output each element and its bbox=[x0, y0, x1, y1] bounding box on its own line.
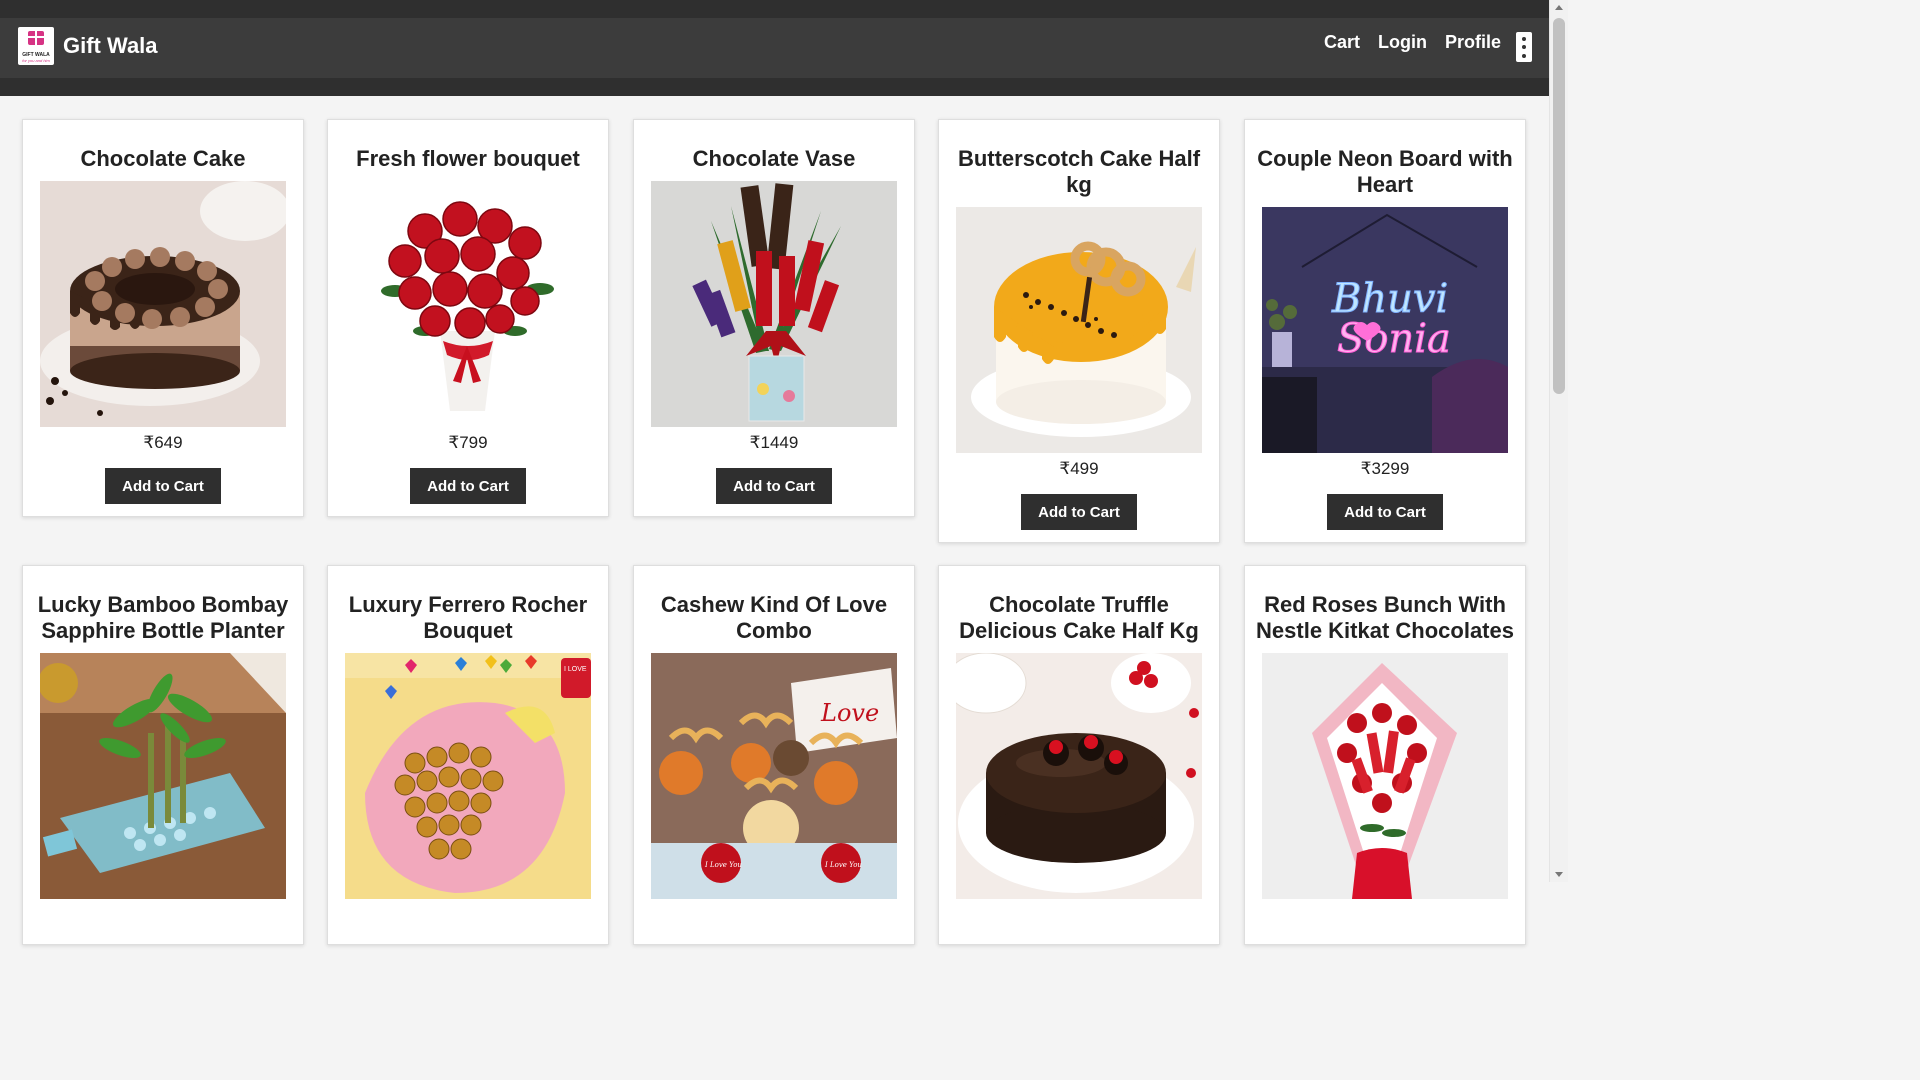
product-card: Chocolate Cake ₹649 Add to Cart bbox=[22, 119, 304, 517]
add-to-cart-button[interactable]: Add to Cart bbox=[105, 468, 221, 504]
product-price: ₹799 bbox=[448, 433, 488, 452]
add-to-cart-button[interactable]: Add to Cart bbox=[1021, 494, 1137, 530]
svg-text:I LOVE: I LOVE bbox=[564, 666, 587, 673]
product-price: ₹3299 bbox=[1360, 459, 1410, 478]
svg-text:Love: Love bbox=[820, 699, 879, 727]
product-title: Chocolate Truffle Delicious Cake Half Kg bbox=[959, 592, 1199, 643]
product-price: ₹649 bbox=[143, 433, 183, 452]
product-card: Luxury Ferrero Rocher Bouquet I LOVE bbox=[327, 565, 609, 945]
chocolate-cake-image[interactable] bbox=[40, 181, 286, 427]
product-card: Fresh flower bouquet ₹799 Add to Cart bbox=[327, 119, 609, 517]
product-card: Couple Neon Board with Heart Bhuvi Sonia… bbox=[1244, 119, 1526, 543]
product-title: Lucky Bamboo Bombay Sapphire Bottle Plan… bbox=[37, 592, 289, 643]
neon-text-2: Sonia bbox=[1337, 316, 1451, 362]
product-title: Cashew Kind Of Love Combo bbox=[660, 592, 888, 643]
product-price: ₹1449 bbox=[749, 433, 799, 452]
product-title: Couple Neon Board with Heart bbox=[1257, 146, 1513, 197]
gift-logo-icon: GIFT WALA for you and him bbox=[18, 27, 54, 65]
nav-cart-link[interactable]: Cart bbox=[1324, 32, 1360, 53]
neon-board-image[interactable]: Bhuvi Sonia bbox=[1262, 207, 1508, 453]
brand[interactable]: GIFT WALA for you and him Gift Wala bbox=[18, 27, 158, 65]
flower-bouquet-image[interactable] bbox=[345, 181, 591, 427]
product-card: Red Roses Bunch With Nestle Kitkat Choco… bbox=[1244, 565, 1526, 945]
browser-top-strip bbox=[0, 0, 1549, 18]
butterscotch-cake-image[interactable] bbox=[956, 207, 1202, 453]
product-card: Butterscotch Cake Half kg ₹499 Add to Ca… bbox=[938, 119, 1220, 543]
product-title: Red Roses Bunch With Nestle Kitkat Choco… bbox=[1256, 592, 1514, 643]
product-card: Chocolate Vase ₹1449 Add to Cart bbox=[633, 119, 915, 517]
product-title: Fresh flower bouquet bbox=[356, 146, 580, 171]
add-to-cart-button[interactable]: Add to Cart bbox=[410, 468, 526, 504]
navbar-bottom-band bbox=[0, 78, 1549, 96]
truffle-cake-image[interactable] bbox=[956, 653, 1202, 899]
product-title: Butterscotch Cake Half kg bbox=[957, 146, 1201, 197]
bamboo-planter-image[interactable] bbox=[40, 653, 286, 899]
nav-profile-link[interactable]: Profile bbox=[1445, 32, 1501, 53]
scroll-down-arrow-icon[interactable] bbox=[1555, 872, 1563, 877]
scroll-up-arrow-icon[interactable] bbox=[1555, 5, 1563, 10]
ferrero-bouquet-image[interactable]: I LOVE bbox=[345, 653, 591, 899]
svg-text:I Love You: I Love You bbox=[704, 861, 742, 869]
navbar: GIFT WALA for you and him Gift Wala Cart… bbox=[0, 18, 1549, 78]
svg-text:I Love You: I Love You bbox=[824, 861, 862, 869]
kebab-menu-icon[interactable] bbox=[1516, 32, 1532, 62]
brand-name: Gift Wala bbox=[63, 33, 158, 58]
product-card: Chocolate Truffle Delicious Cake Half Kg bbox=[938, 565, 1220, 945]
add-to-cart-button[interactable]: Add to Cart bbox=[716, 468, 832, 504]
product-title: Chocolate Vase bbox=[692, 146, 856, 171]
vertical-scrollbar[interactable] bbox=[1549, 0, 1568, 882]
nav-links: Cart Login Profile bbox=[1324, 32, 1501, 53]
roses-kitkat-image[interactable] bbox=[1262, 653, 1508, 899]
product-card: Lucky Bamboo Bombay Sapphire Bottle Plan… bbox=[22, 565, 304, 945]
add-to-cart-button[interactable]: Add to Cart bbox=[1327, 494, 1443, 530]
scrollbar-thumb[interactable] bbox=[1553, 18, 1565, 394]
product-price: ₹499 bbox=[1059, 459, 1099, 478]
nav-login-link[interactable]: Login bbox=[1378, 32, 1427, 53]
product-title: Luxury Ferrero Rocher Bouquet bbox=[348, 592, 588, 643]
product-title: Chocolate Cake bbox=[80, 146, 246, 171]
chocolate-vase-image[interactable] bbox=[651, 181, 897, 427]
cashew-combo-image[interactable]: Love I Love You I Love You bbox=[651, 653, 897, 899]
product-card: Cashew Kind Of Love Combo Love I Love Yo bbox=[633, 565, 915, 945]
